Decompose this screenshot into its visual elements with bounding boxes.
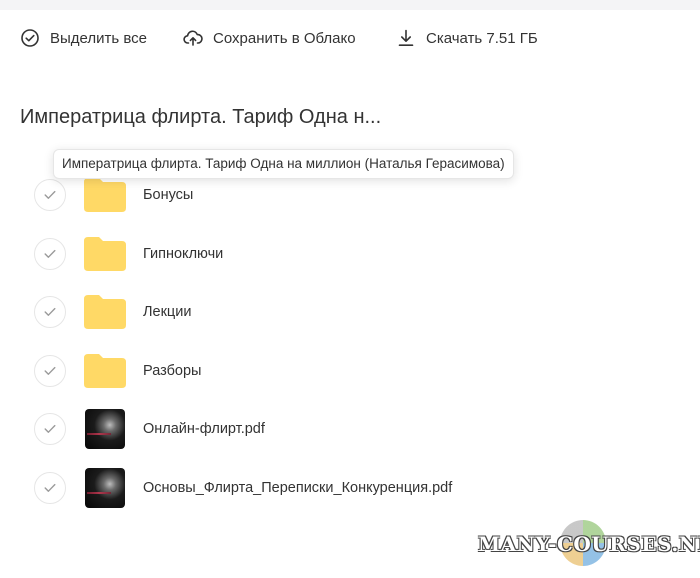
- pdf-thumbnail: [84, 467, 126, 509]
- cloud-upload-icon: [183, 28, 203, 48]
- item-checkbox[interactable]: [34, 237, 66, 270]
- download-button[interactable]: Скачать 7.51 ГБ: [396, 22, 538, 54]
- file-list: Бонусы Гипноключи Лекции Разборы Онлайн-…: [0, 166, 700, 517]
- folder-title-tooltip: Императрица флирта. Тариф Одна на миллио…: [53, 149, 514, 179]
- item-checkbox[interactable]: [34, 471, 66, 504]
- folder-icon: [84, 233, 126, 275]
- item-name[interactable]: Бонусы: [143, 187, 193, 203]
- item-name[interactable]: Гипноключи: [143, 246, 223, 262]
- check-icon: [44, 249, 56, 258]
- item-name[interactable]: Лекции: [143, 304, 191, 320]
- item-checkbox[interactable]: [34, 179, 66, 212]
- folder-icon: [84, 291, 126, 333]
- check-circle-icon: [20, 28, 40, 48]
- folder-title: Императрица флирта. Тариф Одна н...: [20, 106, 382, 128]
- pdf-thumbnail-image: [85, 409, 125, 450]
- item-name[interactable]: Основы_Флирта_Переписки_Конкуренция.pdf: [143, 480, 452, 496]
- item-checkbox[interactable]: [34, 296, 66, 329]
- toolbar: Выделить все Сохранить в Облако Скачать …: [0, 10, 700, 66]
- item-name[interactable]: Онлайн-флирт.pdf: [143, 421, 265, 437]
- download-label: Скачать 7.51 ГБ: [426, 29, 538, 47]
- select-all-button[interactable]: Выделить все: [20, 22, 147, 54]
- save-to-cloud-button[interactable]: Сохранить в Облако: [183, 22, 356, 54]
- item-checkbox[interactable]: [34, 413, 66, 446]
- list-item[interactable]: Основы_Флирта_Переписки_Конкуренция.pdf: [0, 459, 700, 518]
- check-icon: [44, 425, 56, 434]
- pdf-thumbnail: [84, 408, 126, 450]
- save-to-cloud-label: Сохранить в Облако: [213, 29, 356, 47]
- pdf-thumbnail-image: [85, 467, 125, 508]
- check-icon: [44, 191, 56, 200]
- list-item[interactable]: Онлайн-флирт.pdf: [0, 400, 700, 459]
- list-item[interactable]: Разборы: [0, 342, 700, 401]
- item-name[interactable]: Разборы: [143, 363, 201, 379]
- folder-icon: [84, 350, 126, 392]
- check-icon: [44, 483, 56, 492]
- folder-icon: [84, 174, 126, 216]
- watermark-text: MANY-COURSES.NET: [478, 532, 700, 556]
- select-all-label: Выделить все: [50, 29, 148, 47]
- list-item[interactable]: Лекции: [0, 283, 700, 342]
- download-icon: [396, 28, 416, 48]
- check-icon: [44, 308, 56, 317]
- top-strip: [0, 0, 700, 10]
- list-item[interactable]: Гипноключи: [0, 225, 700, 284]
- item-checkbox[interactable]: [34, 354, 66, 387]
- check-icon: [44, 366, 56, 375]
